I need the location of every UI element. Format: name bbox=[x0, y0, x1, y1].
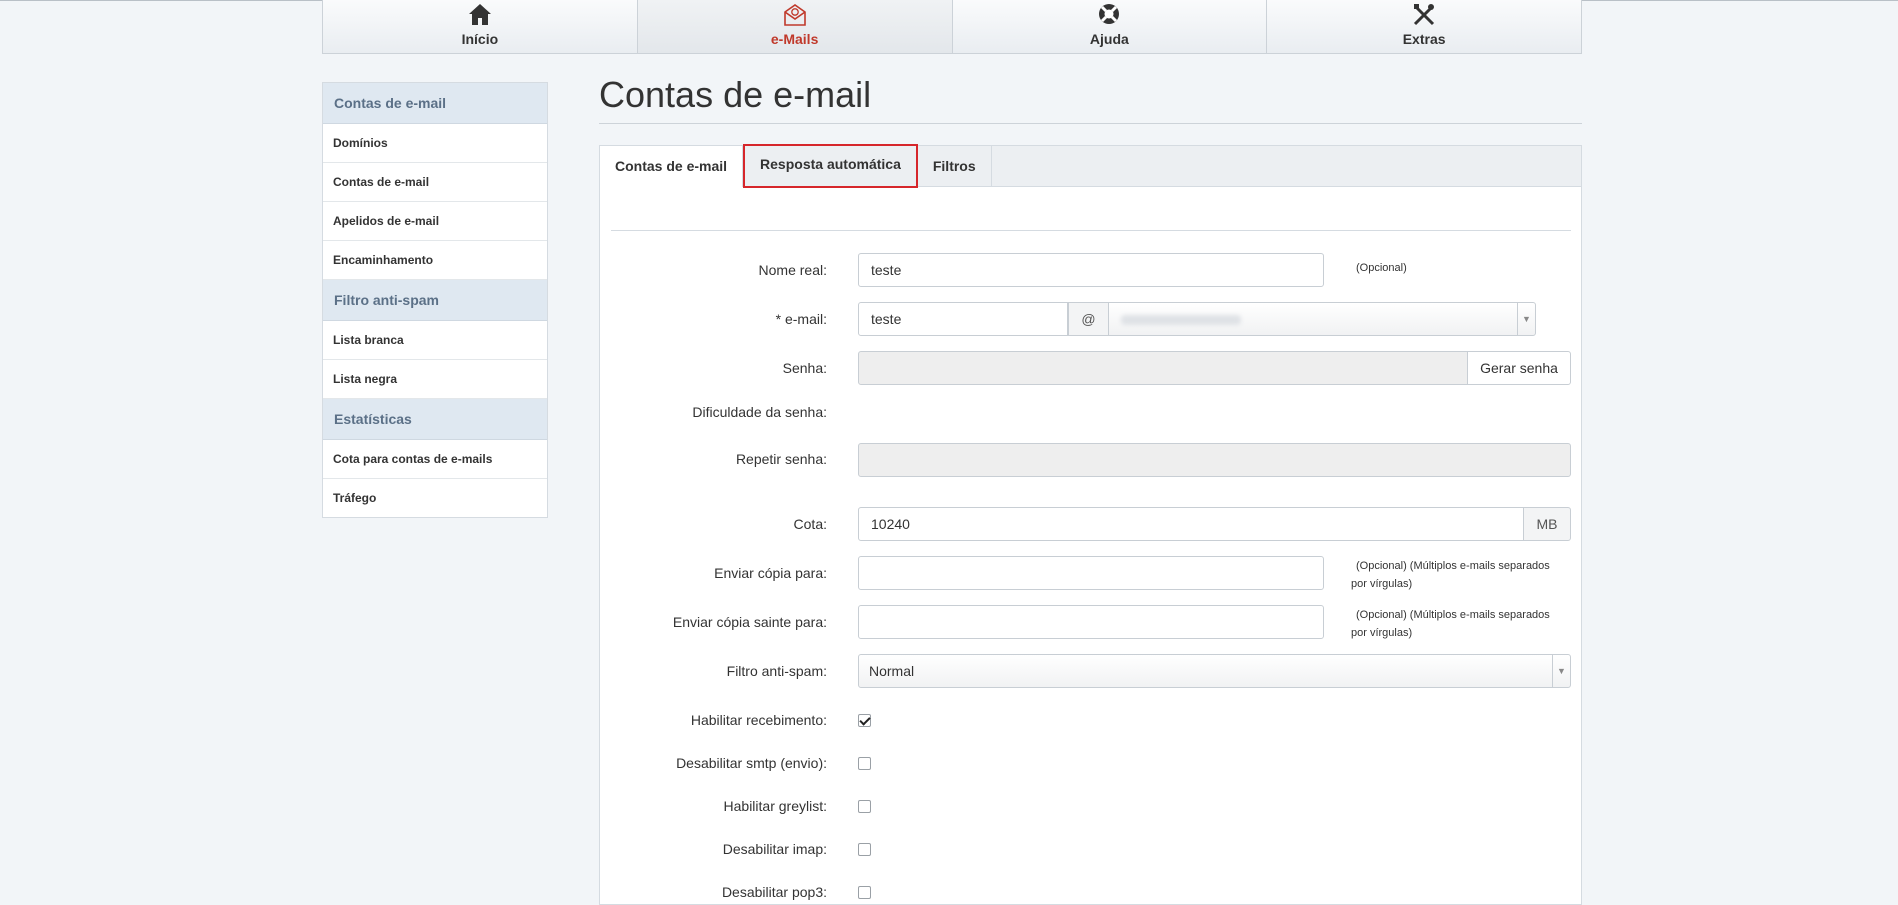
sidebar-item-apelidos[interactable]: Apelidos de e-mail bbox=[323, 202, 547, 241]
filtro-value: Normal bbox=[869, 663, 915, 679]
dificuldade-label: Dificuldade da senha: bbox=[692, 404, 827, 420]
desabilitar-smtp-checkbox[interactable] bbox=[858, 757, 871, 770]
cota-input[interactable]: 10240 bbox=[858, 507, 1524, 541]
nav-label: e-Mails bbox=[770, 31, 819, 47]
sidebar-header: Filtro anti-spam bbox=[323, 280, 547, 321]
lifebuoy-icon bbox=[1099, 4, 1120, 24]
chevron-down-icon: ▼ bbox=[1552, 655, 1570, 687]
domain-select[interactable]: ▼ bbox=[1108, 302, 1536, 336]
copia-input[interactable] bbox=[858, 556, 1324, 590]
copia-label: Enviar cópia para: bbox=[714, 565, 827, 581]
habilitar-recebimento-checkbox[interactable] bbox=[858, 714, 871, 727]
nome-real-hint: (Opcional) bbox=[1356, 262, 1407, 274]
habilitar-greylist-label: Habilitar greylist: bbox=[723, 798, 827, 814]
tab-contas[interactable]: Contas de e-mail bbox=[600, 146, 744, 187]
page-title: Contas de e-mail bbox=[599, 74, 872, 115]
sidebar-item-dominios[interactable]: Domínios bbox=[323, 124, 547, 163]
desabilitar-pop3-checkbox[interactable] bbox=[858, 886, 871, 899]
sidebar-header: Contas de e-mail bbox=[323, 83, 547, 124]
envelope-at-icon bbox=[783, 4, 806, 26]
at-addon: @ bbox=[1068, 302, 1109, 336]
repetir-senha-input[interactable] bbox=[858, 443, 1571, 477]
nav-ajuda[interactable]: Ajuda bbox=[953, 0, 1268, 53]
nome-real-label: Nome real: bbox=[758, 262, 827, 278]
sidebar-item-contas[interactable]: Contas de e-mail bbox=[323, 163, 547, 202]
mb-addon: MB bbox=[1523, 507, 1571, 541]
desabilitar-smtp-label: Desabilitar smtp (envio): bbox=[676, 755, 827, 771]
title-divider bbox=[599, 123, 1582, 124]
sidebar-item-trafego[interactable]: Tráfego bbox=[323, 479, 547, 517]
sidebar-header: Estatísticas bbox=[323, 399, 547, 440]
copia-sainte-hint: (Opcional) (Múltiplos e-mails separados bbox=[1356, 609, 1550, 621]
nav-label: Ajuda bbox=[1089, 31, 1129, 47]
copia-hint-cont: por vírgulas) bbox=[1351, 578, 1413, 590]
sidebar-item-encaminhamento[interactable]: Encaminhamento bbox=[323, 241, 547, 280]
senha-input[interactable] bbox=[858, 351, 1468, 385]
filtro-select[interactable]: Normal ▼ bbox=[858, 654, 1571, 688]
nome-real-input[interactable]: teste bbox=[858, 253, 1324, 287]
tools-icon bbox=[1414, 4, 1435, 26]
email-local-input[interactable]: teste bbox=[858, 302, 1068, 336]
nav-extras[interactable]: Extras bbox=[1267, 0, 1581, 53]
panel-divider bbox=[611, 230, 1571, 231]
copia-sainte-input[interactable] bbox=[858, 605, 1324, 639]
filtro-label: Filtro anti-spam: bbox=[726, 663, 827, 679]
main-nav: Início e-Mails Ajuda Extras bbox=[322, 0, 1582, 54]
copia-sainte-hint-cont: por vírgulas) bbox=[1351, 627, 1413, 639]
sidebar-item-cota[interactable]: Cota para contas de e-mails bbox=[323, 440, 547, 479]
desabilitar-imap-label: Desabilitar imap: bbox=[722, 841, 827, 857]
nav-label: Extras bbox=[1402, 31, 1446, 47]
gerar-senha-button[interactable]: Gerar senha bbox=[1467, 351, 1571, 385]
tab-filtros[interactable]: Filtros bbox=[918, 146, 992, 186]
copia-hint: (Opcional) (Múltiplos e-mails separados bbox=[1356, 560, 1550, 572]
desabilitar-imap-checkbox[interactable] bbox=[858, 843, 871, 856]
repetir-senha-label: Repetir senha: bbox=[735, 451, 827, 467]
desabilitar-pop3-label: Desabilitar pop3: bbox=[721, 884, 827, 900]
senha-label: Senha: bbox=[782, 360, 827, 376]
domain-redacted bbox=[1121, 315, 1241, 325]
chevron-down-icon: ▼ bbox=[1517, 303, 1535, 335]
sidebar-item-lista-branca[interactable]: Lista branca bbox=[323, 321, 547, 360]
tab-bar: Contas de e-mail Resposta automática Fil… bbox=[600, 144, 1581, 188]
tab-resposta-automatica[interactable]: Resposta automática bbox=[743, 144, 918, 188]
nav-inicio[interactable]: Início bbox=[323, 0, 638, 53]
account-panel: Contas de e-mail Resposta automática Fil… bbox=[599, 144, 1582, 905]
habilitar-recebimento-label: Habilitar recebimento: bbox=[690, 712, 827, 728]
nav-label: Início bbox=[461, 31, 499, 47]
home-icon bbox=[468, 4, 491, 25]
habilitar-greylist-checkbox[interactable] bbox=[858, 800, 871, 813]
copia-sainte-label: Enviar cópia sainte para: bbox=[672, 614, 827, 630]
email-label: * e-mail: bbox=[775, 311, 827, 327]
nav-emails[interactable]: e-Mails bbox=[637, 0, 953, 53]
cota-label: Cota: bbox=[793, 516, 827, 532]
sidebar: Contas de e-mail Domínios Contas de e-ma… bbox=[322, 82, 548, 518]
sidebar-item-lista-negra[interactable]: Lista negra bbox=[323, 360, 547, 399]
